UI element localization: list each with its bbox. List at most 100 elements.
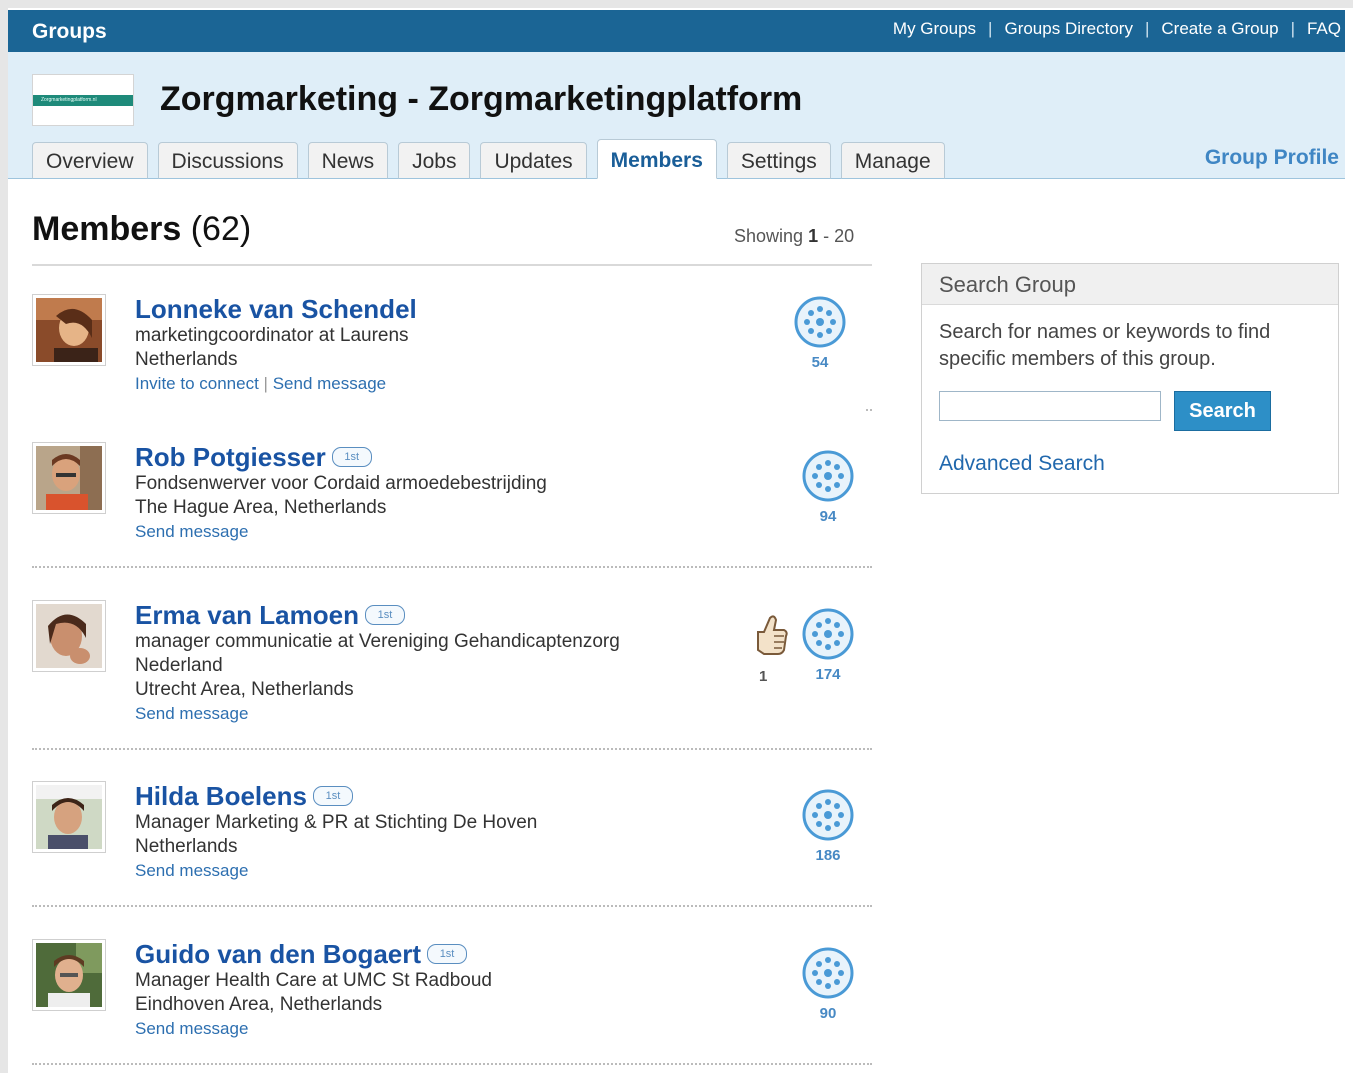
showing-range: Showing 1 - 20 <box>734 226 854 247</box>
nav-separator: | <box>1290 19 1295 38</box>
portrait-image <box>36 943 102 1007</box>
group-profile-link[interactable]: Group Profile <box>1205 146 1339 170</box>
connections-network-icon[interactable] <box>802 789 854 841</box>
member-headline: marketingcoordinator at Laurens <box>135 325 409 346</box>
search-group-box: Search Group Search for names or keyword… <box>921 263 1339 494</box>
members-heading-rule <box>32 264 872 266</box>
group-logo[interactable]: Zorgmarketingplatform.nl <box>32 74 134 126</box>
tab-settings[interactable]: Settings <box>726 142 831 179</box>
tab-updates[interactable]: Updates <box>480 142 587 179</box>
logo-text: Zorgmarketingplatform.nl <box>41 97 97 103</box>
member-name[interactable]: Erma van Lamoen <box>135 600 359 631</box>
invite-to-connect-link[interactable]: Invite to connect <box>135 374 259 393</box>
connections-count: 174 <box>815 666 841 683</box>
members-heading: Members (62) <box>32 210 251 249</box>
portrait-image <box>36 604 102 668</box>
member-location: Utrecht Area, Netherlands <box>135 679 354 700</box>
thumbs-up-icon[interactable] <box>750 612 790 656</box>
tab-discussions[interactable]: Discussions <box>157 142 298 179</box>
tab-news[interactable]: News <box>307 142 389 179</box>
connections-count: 90 <box>819 1005 837 1022</box>
tab-members[interactable]: Members <box>596 139 717 179</box>
members-heading-label: Members <box>32 210 182 248</box>
members-count: (62) <box>190 210 252 248</box>
member-location: Eindhoven Area, Netherlands <box>135 994 383 1015</box>
member-photo[interactable] <box>32 442 106 514</box>
member-divider <box>32 748 872 750</box>
member-info: Hilda Boelens 1st Manager Marketing & PR… <box>135 781 735 883</box>
search-input[interactable] <box>939 391 1161 421</box>
member-photo[interactable] <box>32 939 106 1011</box>
member-name[interactable]: Rob Potgiesser <box>135 442 326 473</box>
first-degree-badge: 1st <box>364 605 405 625</box>
showing-end: - 20 <box>823 226 855 246</box>
member-divider <box>866 409 872 411</box>
portrait-image <box>36 785 102 849</box>
group-header: Zorgmarketingplatform.nl Zorgmarketing -… <box>8 52 1345 179</box>
member-name-row: Guido van den Bogaert 1st <box>135 939 735 969</box>
member-name[interactable]: Hilda Boelens <box>135 781 307 812</box>
member-divider <box>32 905 872 907</box>
connections-count: 94 <box>819 508 837 525</box>
member-headline: Manager Marketing & PR at Stichting De H… <box>135 812 538 833</box>
member-name-row: Erma van Lamoen 1st <box>135 600 735 630</box>
send-message-link[interactable]: Send message <box>135 704 248 723</box>
my-groups-link[interactable]: My Groups <box>893 19 976 39</box>
showing-prefix: Showing <box>734 226 804 246</box>
member-name-row: Lonneke van Schendel <box>135 294 735 324</box>
connections-network-icon[interactable] <box>794 296 846 348</box>
logo-band: Zorgmarketingplatform.nl <box>33 95 133 106</box>
member-name-row: Rob Potgiesser 1st <box>135 442 735 472</box>
connections-count: 186 <box>815 847 841 864</box>
action-separator: | <box>263 374 268 393</box>
first-degree-badge: 1st <box>312 786 353 806</box>
tab-manage[interactable]: Manage <box>840 142 945 179</box>
member-actions: Send message <box>135 859 735 883</box>
recommendations-count: 1 <box>759 668 768 685</box>
group-title: Zorgmarketing - Zorgmarketingplatform <box>160 80 803 118</box>
member-actions: Send message <box>135 702 735 726</box>
create-group-link[interactable]: Create a Group <box>1161 19 1278 39</box>
member-location: The Hague Area, Netherlands <box>135 497 387 518</box>
connections-network-icon[interactable] <box>802 450 854 502</box>
member-divider <box>32 1063 872 1065</box>
nav-separator: | <box>1144 19 1150 38</box>
send-message-link[interactable]: Send message <box>273 374 386 393</box>
member-info: Rob Potgiesser 1st Fondsenwerver voor Co… <box>135 442 735 544</box>
connections-count: 54 <box>811 354 829 371</box>
member-headline-continued: Nederland <box>135 655 223 676</box>
group-tabs: Overview Discussions News Jobs Updates M… <box>32 139 955 179</box>
first-degree-badge: 1st <box>427 944 468 964</box>
member-headline: Fondsenwerver voor Cordaid armoedebestri… <box>135 473 547 494</box>
member-name-row: Hilda Boelens 1st <box>135 781 735 811</box>
member-name[interactable]: Guido van den Bogaert <box>135 939 421 970</box>
send-message-link[interactable]: Send message <box>135 1019 248 1038</box>
member-actions: Invite to connect | Send message <box>135 372 735 396</box>
groups-title[interactable]: Groups <box>32 20 107 44</box>
member-photo[interactable] <box>32 294 106 366</box>
first-degree-badge: 1st <box>331 447 372 467</box>
search-button[interactable]: Search <box>1174 391 1271 431</box>
tab-overview[interactable]: Overview <box>32 142 148 179</box>
send-message-link[interactable]: Send message <box>135 522 248 541</box>
member-info: Guido van den Bogaert 1st Manager Health… <box>135 939 735 1041</box>
groups-directory-link[interactable]: Groups Directory <box>1004 19 1132 39</box>
member-info: Erma van Lamoen 1st manager communicatie… <box>135 600 735 726</box>
member-headline: Manager Health Care at UMC St Radboud <box>135 970 492 991</box>
portrait-image <box>36 298 102 362</box>
search-group-description: Search for names or keywords to find spe… <box>939 321 1271 370</box>
connections-network-icon[interactable] <box>802 608 854 660</box>
member-info: Lonneke van Schendel marketingcoordinato… <box>135 294 735 396</box>
member-location: Netherlands <box>135 836 238 857</box>
member-photo[interactable] <box>32 600 106 672</box>
member-name[interactable]: Lonneke van Schendel <box>135 294 417 325</box>
member-actions: Send message <box>135 520 735 544</box>
send-message-link[interactable]: Send message <box>135 861 248 880</box>
advanced-search-link[interactable]: Advanced Search <box>939 452 1105 476</box>
member-location: Netherlands <box>135 349 238 370</box>
top-nav-links: My Groups | Groups Directory | Create a … <box>893 19 1341 39</box>
faq-link[interactable]: FAQ <box>1307 19 1341 39</box>
connections-network-icon[interactable] <box>802 947 854 999</box>
tab-jobs[interactable]: Jobs <box>398 142 471 179</box>
member-photo[interactable] <box>32 781 106 853</box>
